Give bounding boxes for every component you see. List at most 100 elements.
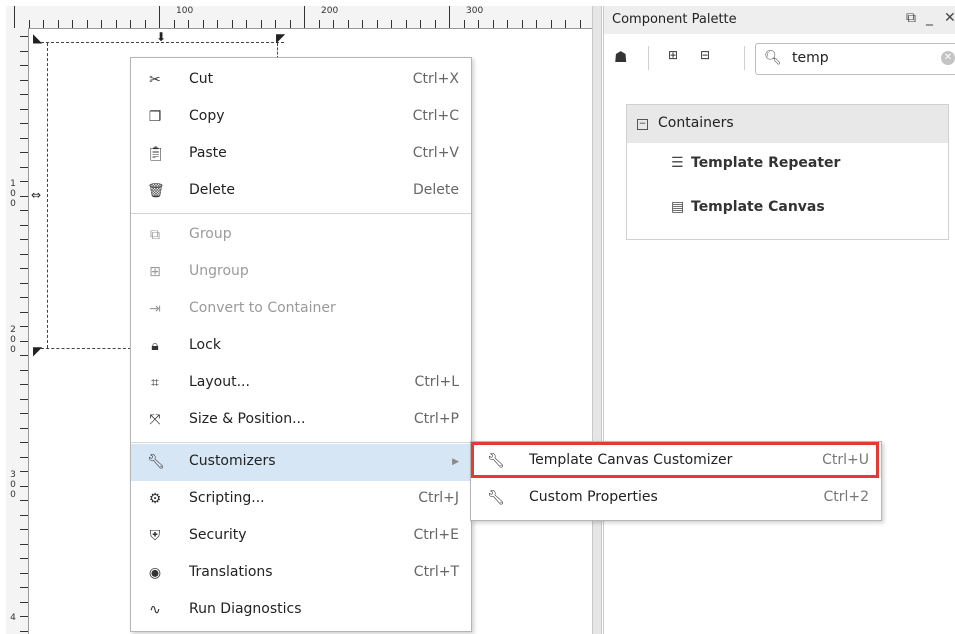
ruler-tick [20,355,28,356]
layout-icon: ⌗ [151,375,159,391]
menu-item-customizers[interactable]: 🔧︎ Customizers ▶ [131,444,471,481]
menu-item-label: Layout... [189,374,250,390]
menu-item-translations[interactable]: ◉ Translations Ctrl+T [131,555,471,592]
ruler-tick [20,369,28,371]
menu-item-label: Security [189,527,247,543]
ruler-tick [20,514,28,516]
menu-item-copy[interactable]: ❐ Copy Ctrl+C [131,99,471,136]
collapse-all-icon[interactable]: ⊟ [700,48,710,62]
template-canvas-icon: ▤ [671,199,685,215]
ruler-tick [20,587,28,588]
menu-item-lock[interactable]: 🔒︎ Lock [131,328,471,365]
ruler-tick [434,20,436,28]
tree-item-template-canvas[interactable]: ▤ Template Canvas [671,199,825,215]
scripting-icon: ⚙ [148,491,162,507]
restore-icon[interactable]: ⧉ [906,10,916,26]
ruler-tick [20,384,28,385]
ruler-tick [449,6,450,28]
submenu-item-custom-properties[interactable]: 🔧︎ Custom Properties Ctrl+2 [471,480,881,517]
ruler-tick [333,20,334,28]
ruler-tick [20,326,28,327]
ruler-tick [507,20,508,28]
ruler-tick [20,195,28,197]
ruler-tick [492,20,494,28]
ruler-tick [20,297,28,298]
resize-handle-sw-icon[interactable]: ◤ [33,345,42,357]
context-menu: ✂ Cut Ctrl+X ❐ Copy Ctrl+C 📋︎ Paste Ctrl… [130,57,472,632]
palette-mode-icon[interactable]: ☗ [614,48,627,66]
menu-item-delete[interactable]: 🗑︎ Delete Delete [131,173,471,210]
resize-handle-ne-icon[interactable]: ◤ [276,32,285,44]
ruler-v-digit: 0 [10,345,16,355]
palette-title-bar: Component Palette ⧉ _ ✕ [604,6,955,35]
ruler-tick [173,20,175,28]
menu-item-paste[interactable]: 📋︎ Paste Ctrl+V [131,136,471,173]
ruler-tick [20,152,28,153]
resize-handle-nw-icon[interactable]: ◣ [33,32,42,44]
close-icon[interactable]: ✕ [944,10,955,26]
resize-handle-n-icon[interactable]: ⬇ [156,31,166,43]
ruler-tick [20,137,28,139]
selection-left-edge [47,43,48,348]
ruler-tick [20,616,28,617]
collapse-toggle-icon[interactable]: − [637,119,648,130]
palette-search-field[interactable]: 🔍︎ temp ✕ [755,43,955,75]
menu-item-group: ⧉ Group [131,217,471,254]
toolbar-separator [648,46,649,70]
minimize-icon[interactable]: _ [926,10,933,26]
ruler-tick [28,20,30,28]
ruler-tick [159,6,160,28]
menu-item-cut[interactable]: ✂ Cut Ctrl+X [131,62,471,99]
menu-item-shortcut: Ctrl+E [413,527,460,543]
menu-item-scripting[interactable]: ⚙ Scripting... Ctrl+J [131,481,471,518]
ruler-tick [20,471,28,472]
shield-icon: ⛨ [149,528,161,544]
palette-toolbar: ☗ ⊞ ⊟ 🔍︎ temp ✕ [604,34,955,82]
ruler-tick [20,123,28,124]
menu-item-label: Paste [189,145,227,161]
split-pane-divider[interactable] [592,6,602,634]
expand-all-icon[interactable]: ⊞ [668,48,678,62]
ruler-tick [579,20,581,28]
ruler-tick [20,224,28,226]
copy-icon: ❐ [148,109,162,125]
trash-icon: 🗑︎ [147,183,165,199]
menu-item-run-diagnostics[interactable]: ∿ Run Diagnostics [131,592,471,629]
ruler-tick [20,427,28,429]
menu-item-shortcut: Ctrl+2 [823,489,869,505]
submenu-arrow-icon: ▶ [452,457,459,467]
ruler-tick [20,166,28,168]
menu-item-label: Run Diagnostics [189,601,302,617]
search-input-value[interactable]: temp [792,50,829,66]
menu-item-size-position[interactable]: ⤧ Size & Position... Ctrl+P [131,402,471,439]
ruler-tick [20,340,28,342]
clear-search-icon[interactable]: ✕ [941,51,955,65]
ruler-tick [20,529,28,530]
menu-item-security[interactable]: ⛨ Security Ctrl+E [131,518,471,555]
group-icon: ⧉ [150,227,160,243]
menu-item-shortcut: Ctrl+V [412,145,459,161]
ruler-tick [20,268,28,269]
selection-bottom-edge [41,348,131,349]
ruler-tick [72,20,73,28]
ruler-tick [43,20,44,28]
highlight-annotation-box [471,442,879,478]
resize-handle-w-icon[interactable]: ⇔ [31,189,41,201]
menu-item-label: Size & Position... [189,411,306,427]
ruler-tick [260,20,262,28]
menu-item-layout[interactable]: ⌗ Layout... Ctrl+L [131,365,471,402]
ruler-tick [20,253,28,255]
menu-item-shortcut: Ctrl+X [412,71,459,87]
ruler-tick [14,6,15,28]
ruler-tick [289,20,291,28]
tree-item-template-repeater[interactable]: ☰ Template Repeater [671,155,840,171]
menu-item-shortcut: Ctrl+L [414,374,459,390]
search-icon[interactable]: 🔍︎ [764,50,782,66]
ruler-tick [20,398,28,400]
tree-group-containers[interactable]: − Containers [627,105,948,143]
ruler-tick [246,20,247,28]
ruler-tick [347,20,349,28]
ruler-tick [20,485,28,487]
ruler-tick [20,181,28,182]
tree-group-label: Containers [658,115,734,131]
